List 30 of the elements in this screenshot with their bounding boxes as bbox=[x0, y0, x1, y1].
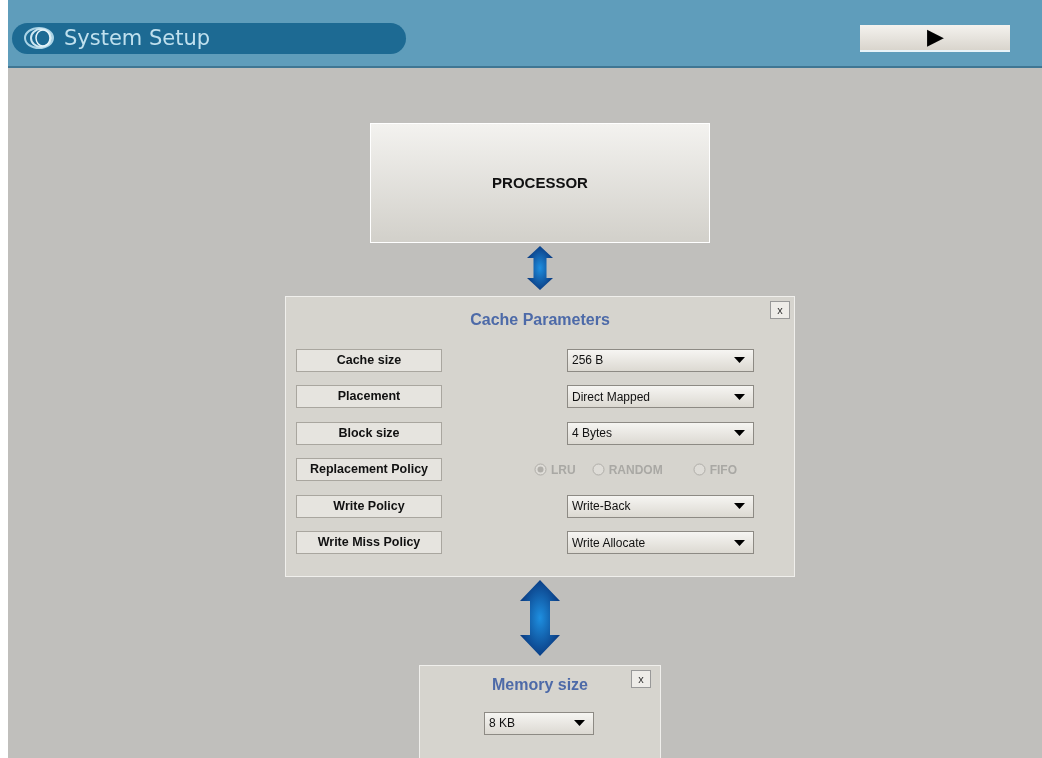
play-button[interactable]: ▶ bbox=[860, 24, 1010, 52]
parameter-button[interactable]: Placement bbox=[296, 385, 442, 409]
radio-icon bbox=[591, 463, 605, 477]
double-arrow-icon bbox=[527, 245, 553, 290]
caret-icon bbox=[734, 357, 745, 364]
caret-icon bbox=[734, 539, 745, 546]
app-title: System Setup bbox=[64, 26, 211, 50]
radio-icon bbox=[534, 463, 547, 477]
parameter-button[interactable]: Block size bbox=[296, 421, 442, 445]
radio-icon bbox=[692, 463, 706, 477]
dropdown[interactable]: 8 KB bbox=[484, 711, 594, 735]
panel-title: Cache Parameters bbox=[470, 310, 610, 329]
dropdown[interactable]: 4 Bytes bbox=[567, 421, 754, 445]
parameter-button[interactable]: Write Policy bbox=[296, 494, 442, 518]
logo-icon bbox=[22, 26, 56, 50]
parameter-button[interactable]: Cache size bbox=[296, 348, 442, 372]
dropdown[interactable]: Write-Back bbox=[567, 494, 754, 518]
dropdown[interactable]: Direct Mapped bbox=[567, 385, 754, 409]
parameter-button[interactable]: Write Miss Policy bbox=[296, 531, 442, 555]
processor-button[interactable]: PROCESSOR bbox=[370, 123, 710, 243]
caret-icon bbox=[574, 720, 585, 727]
caret-icon bbox=[734, 393, 745, 400]
double-arrow-icon bbox=[520, 579, 560, 656]
dropdown[interactable]: 256 B bbox=[567, 348, 754, 372]
caret-icon bbox=[734, 430, 745, 437]
panel-title: Memory size bbox=[491, 675, 588, 694]
close-button[interactable]: x bbox=[770, 300, 790, 319]
caret-icon bbox=[734, 503, 745, 510]
close-button[interactable]: x bbox=[631, 669, 651, 688]
dropdown[interactable]: Write Allocate bbox=[567, 531, 754, 555]
